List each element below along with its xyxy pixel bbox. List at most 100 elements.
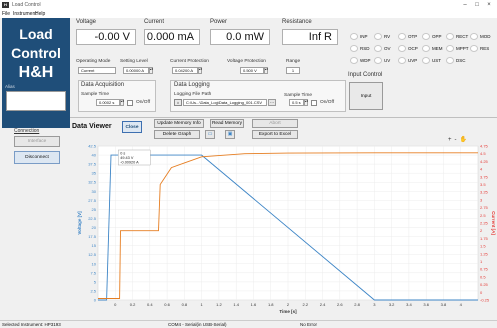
disconnect-button[interactable]: Disconnect <box>14 151 60 164</box>
y-left-tick-label: 17.5 <box>88 234 97 239</box>
status-led-label: OV <box>384 46 391 51</box>
y-right-tick-label: 1.25 <box>480 251 489 256</box>
x-tick-label: 0 <box>114 302 117 307</box>
acq-onoff-label: On/Off <box>136 100 151 105</box>
mode-select[interactable]: Current <box>78 67 116 74</box>
data-viewer-title: Data Viewer <box>72 123 112 130</box>
current-label: Current <box>144 19 165 25</box>
input-control-label: Input Control <box>348 72 383 78</box>
y-right-tick-label: 3.75 <box>480 174 489 179</box>
x-tick-label: 0.4 <box>147 302 153 307</box>
log-onoff-label: On/Off <box>320 100 335 105</box>
status-error: No Error <box>300 322 318 327</box>
acq-sample-field[interactable]: 0.0002 s <box>96 99 120 106</box>
cprot-field[interactable]: 0.04200 A <box>172 67 198 74</box>
mode-value: Current <box>81 68 95 73</box>
menu-file[interactable]: File <box>2 11 10 17</box>
log-sample-field[interactable]: 0.5 s <box>289 99 304 106</box>
y-right-tick-label: 2.5 <box>480 213 486 218</box>
x-tick-label: 1.2 <box>216 302 222 307</box>
input-button[interactable]: Input <box>349 82 383 110</box>
acq-sample-spinner[interactable]: ▴▾ <box>120 99 124 106</box>
x-tick-label: 1.6 <box>251 302 257 307</box>
minimize-icon[interactable]: – <box>460 1 470 9</box>
browse-button[interactable]: ... <box>268 99 276 106</box>
y-right-tick-label: 3 <box>480 197 483 202</box>
status-led-mod <box>470 33 478 40</box>
y-right-tick-label: 3.25 <box>480 190 489 195</box>
level-spinner[interactable]: ▴▾ <box>149 67 153 74</box>
range-value: 1 <box>291 68 295 73</box>
status-led-label: OTP <box>408 34 418 39</box>
y-left-tick-label: 40 <box>92 153 97 158</box>
cprot-spinner[interactable]: ▴▾ <box>198 67 202 74</box>
connection-label: Connection <box>14 128 40 134</box>
update-memory-button[interactable]: Update Memory Info <box>154 119 204 128</box>
close-viewer-button[interactable]: Close <box>122 121 142 133</box>
y-left-tick-label: 30 <box>92 189 97 194</box>
close-window-icon[interactable]: × <box>484 1 494 9</box>
y-left-tick-label: 22.5 <box>88 216 97 221</box>
log-sample-value: 0.5 s <box>292 100 301 105</box>
maximize-icon[interactable]: □ <box>472 1 482 9</box>
status-led-res <box>470 45 478 52</box>
data-chart[interactable]: 0 0.2 0.4 0.6 0.8 1 1.2 1.4 1.6 1.8 2 2.2 2.4 2.6 2.8 3… <box>72 141 497 320</box>
x-tick-label: 3.6 <box>423 302 429 307</box>
status-led-label: UVP <box>408 58 418 63</box>
status-led-uv <box>374 57 382 64</box>
abort-button[interactable]: Abort <box>252 119 298 128</box>
range-field[interactable]: 1 <box>286 67 300 74</box>
alias-label: Alias <box>5 84 15 89</box>
status-led-label: OPP <box>432 34 442 39</box>
status-led-label: RV <box>384 34 391 39</box>
divider <box>70 117 497 118</box>
y-right-tick-label: 2.25 <box>480 221 489 226</box>
status-led-rect <box>446 33 454 40</box>
vprot-value: 0.500 V <box>243 68 257 73</box>
log-sample-spinner[interactable]: ▴▾ <box>304 99 308 106</box>
log-onoff-checkbox[interactable] <box>311 100 317 106</box>
delete-graph-button[interactable]: Delete Graph <box>154 130 200 139</box>
log-path-value: C:\Us...\Data_Log\Data_Logging_001.CSV <box>186 100 263 105</box>
brand-panel: Load Control H&H Alias <box>2 18 70 128</box>
status-led-label: WDP <box>360 58 371 63</box>
acquisition-title: Data Acquisition <box>81 82 125 88</box>
vprot-field[interactable]: 0.500 V <box>240 67 264 74</box>
export-excel-button[interactable]: Export to Excel <box>252 130 298 139</box>
power-readout: 0.0 mW <box>210 29 270 45</box>
menu-help[interactable]: Help <box>35 11 45 17</box>
interface-button[interactable]: Interface <box>14 136 60 147</box>
mode-label: Operating Mode <box>76 59 111 64</box>
power-label: Power <box>210 19 228 25</box>
level-value: 0.00000 A <box>126 68 145 73</box>
level-field[interactable]: 0.00000 A <box>123 67 149 74</box>
y-right-tick-label: 1 <box>480 259 483 264</box>
x-tick-label: 2 <box>287 302 290 307</box>
y-right-tick-label: 0.75 <box>480 267 489 272</box>
log-path-field[interactable]: C:\Us...\Data_Log\Data_Logging_001.CSV <box>183 99 267 106</box>
status-led-label: MEM <box>432 46 443 51</box>
x-axis-label: Time [s] <box>279 309 297 314</box>
x-tick-label: 1.8 <box>268 302 274 307</box>
brand-line1: Load <box>19 26 53 42</box>
y-right-axis-label: Current [A] <box>491 211 496 235</box>
vprot-spinner[interactable]: ▴▾ <box>264 67 268 74</box>
folder-icon[interactable]: ⌂ <box>174 99 182 106</box>
alias-input[interactable] <box>6 91 66 111</box>
title-bar: H Load Control – □ × <box>0 0 497 10</box>
status-led-ust <box>422 57 430 64</box>
y-left-tick-label: 37.5 <box>88 162 97 167</box>
acq-onoff-checkbox[interactable] <box>127 100 133 106</box>
status-led-ocp <box>398 45 406 52</box>
menu-bar: File Instrument Help <box>0 10 497 18</box>
status-led-label: RECT <box>456 34 469 39</box>
level-label: Setting Level <box>120 59 148 64</box>
save-icon[interactable]: ▣ <box>225 130 235 139</box>
read-memory-button[interactable]: Read Memory <box>210 119 244 128</box>
cprot-value: 0.04200 A <box>175 68 194 73</box>
status-led-mem <box>422 45 430 52</box>
log-sample-label: Sample Time <box>284 93 312 98</box>
menu-instrument[interactable]: Instrument <box>13 11 37 17</box>
open-folder-icon[interactable]: ▭ <box>205 130 215 139</box>
x-tick-label: 0.2 <box>130 302 136 307</box>
